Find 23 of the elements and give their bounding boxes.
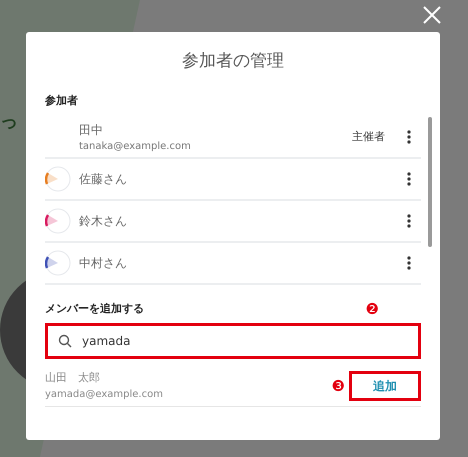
result-email: yamada@example.com bbox=[45, 388, 164, 402]
section-label: 参加者 bbox=[45, 92, 79, 108]
participant-name: 田中 bbox=[79, 122, 104, 138]
callout-number: ❸ bbox=[332, 378, 345, 394]
search-icon bbox=[58, 334, 72, 348]
participant-name: 中村さん bbox=[79, 255, 128, 272]
section-label: メンバーを追加する bbox=[45, 301, 145, 317]
close-button[interactable] bbox=[422, 5, 442, 25]
add-button[interactable]: 追加 bbox=[349, 371, 421, 401]
close-icon bbox=[422, 5, 442, 25]
dialog-title: 参加者の管理 bbox=[181, 50, 285, 73]
participant-email: tanaka@example.com bbox=[79, 140, 192, 154]
more-options-icon[interactable] bbox=[407, 256, 411, 270]
more-options-icon[interactable] bbox=[407, 214, 411, 228]
search-field[interactable]: yamada bbox=[45, 322, 421, 358]
callout-number: ❷ bbox=[366, 302, 379, 317]
more-options-icon[interactable] bbox=[407, 130, 411, 144]
background-text: っ bbox=[0, 110, 18, 134]
result-name: 山田 太郎 bbox=[45, 370, 101, 386]
role-label: 主催者 bbox=[352, 128, 385, 145]
more-options-icon[interactable] bbox=[407, 172, 411, 186]
participant-name: 鈴木さん bbox=[79, 213, 128, 230]
participant-name: 佐藤さん bbox=[79, 171, 128, 188]
